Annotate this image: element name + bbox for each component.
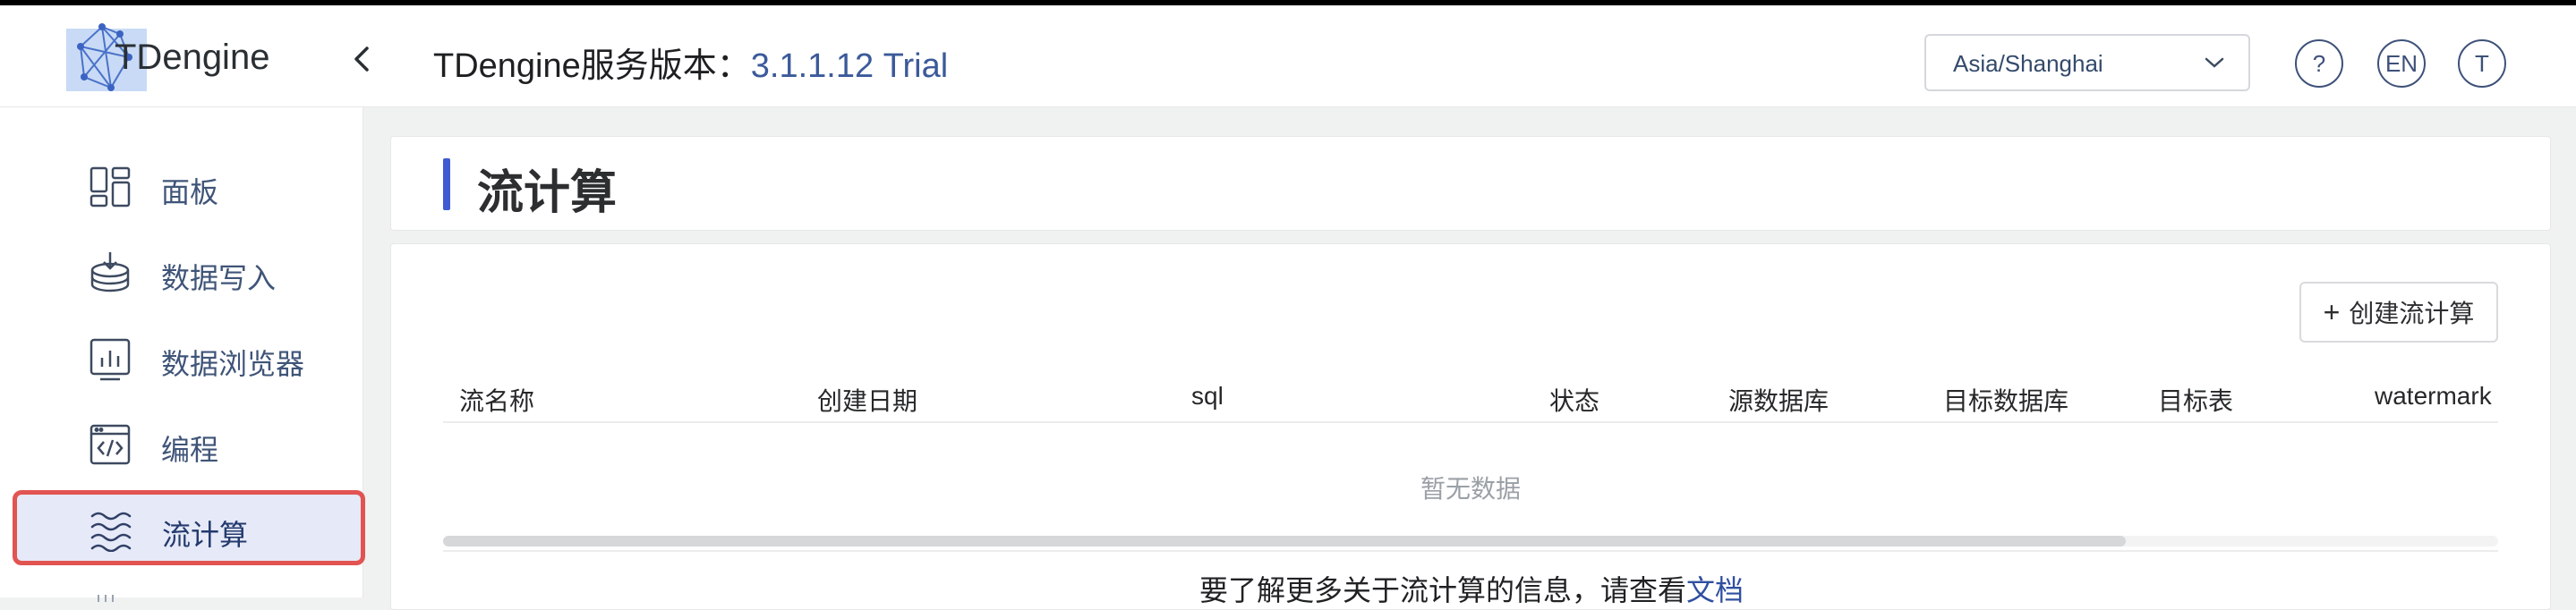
horizontal-scrollbar[interactable] <box>443 536 2498 546</box>
table-header: 流名称 创建日期 sql 状态 源数据库 目标数据库 目标表 watermark <box>443 377 2498 423</box>
sidebar-item-code[interactable]: 编程 <box>13 406 365 481</box>
sidebar-item-label: 面板 <box>161 176 219 208</box>
column-header[interactable]: 流名称 <box>459 382 534 418</box>
version-number: 3.1.1.12 Trial <box>750 47 949 85</box>
sidebar-item-data-browser[interactable]: 数据浏览器 <box>13 320 365 395</box>
user-avatar-button[interactable]: T <box>2458 39 2506 88</box>
column-header[interactable]: 目标表 <box>2158 382 2233 418</box>
stream-content-panel: + 创建流计算 流名称 创建日期 sql 状态 源数据库 目标数据库 目标表 w… <box>390 243 2551 610</box>
code-icon <box>88 422 132 467</box>
page-header: 流计算 <box>390 136 2551 231</box>
sidebar: 面板 数据写入 数据浏览器 编程 流计算 <box>0 107 365 602</box>
column-header[interactable]: sql <box>1191 382 1224 411</box>
sidebar-item-label: 数据浏览器 <box>161 348 305 380</box>
dashboard-icon <box>88 165 132 209</box>
docs-link[interactable]: 文档 <box>1686 574 1744 606</box>
version-label: TDengine服务版本：3.1.1.12 Trial <box>433 38 948 87</box>
column-header[interactable]: watermark <box>2375 382 2492 411</box>
timezone-select[interactable]: Asia/Shanghai <box>1924 34 2250 91</box>
scrollbar-thumb[interactable] <box>443 536 2126 546</box>
logo-text: TDengine <box>115 38 270 77</box>
docs-note-text: 要了解更多关于流计算的信息，请查看 <box>1198 574 1686 606</box>
empty-state-text: 暂无数据 <box>1420 475 1521 503</box>
sidebar-item-label: 编程 <box>161 434 219 466</box>
table-bottom-divider <box>443 550 2498 552</box>
column-header[interactable]: 状态 <box>1549 382 1599 418</box>
version-prefix: TDengine服务版本： <box>433 47 751 85</box>
sidebar-item-stream[interactable]: 流计算 <box>13 490 365 565</box>
column-header[interactable]: 创建日期 <box>817 382 917 418</box>
collapse-sidebar-icon[interactable] <box>349 41 376 77</box>
sidebar-next-item-icon[interactable] <box>93 590 129 602</box>
data-ingest-icon <box>88 250 132 295</box>
top-bar: TDengine TDengine服务版本：3.1.1.12 Trial Asi… <box>0 0 2576 107</box>
stream-icon <box>89 507 133 553</box>
title-accent-bar <box>443 158 450 210</box>
sidebar-item-data-ingest[interactable]: 数据写入 <box>13 234 365 309</box>
sidebar-item-label: 数据写入 <box>161 262 277 294</box>
chevron-down-icon <box>2204 54 2225 72</box>
plus-icon: + <box>2323 295 2341 328</box>
create-stream-button[interactable]: + 创建流计算 <box>2299 282 2498 343</box>
column-header[interactable]: 目标数据库 <box>1943 382 2068 418</box>
sidebar-item-label: 流计算 <box>162 519 249 551</box>
data-browser-icon <box>88 336 132 381</box>
docs-note: 要了解更多关于流计算的信息，请查看文档 <box>391 568 2552 609</box>
help-button[interactable]: ? <box>2295 39 2343 88</box>
sidebar-item-dashboard[interactable]: 面板 <box>13 148 365 224</box>
page-title: 流计算 <box>477 167 618 219</box>
create-stream-label: 创建流计算 <box>2349 300 2475 327</box>
language-button[interactable]: EN <box>2377 39 2426 88</box>
timezone-value: Asia/Shanghai <box>1953 50 2103 77</box>
column-header[interactable]: 源数据库 <box>1728 382 1829 418</box>
